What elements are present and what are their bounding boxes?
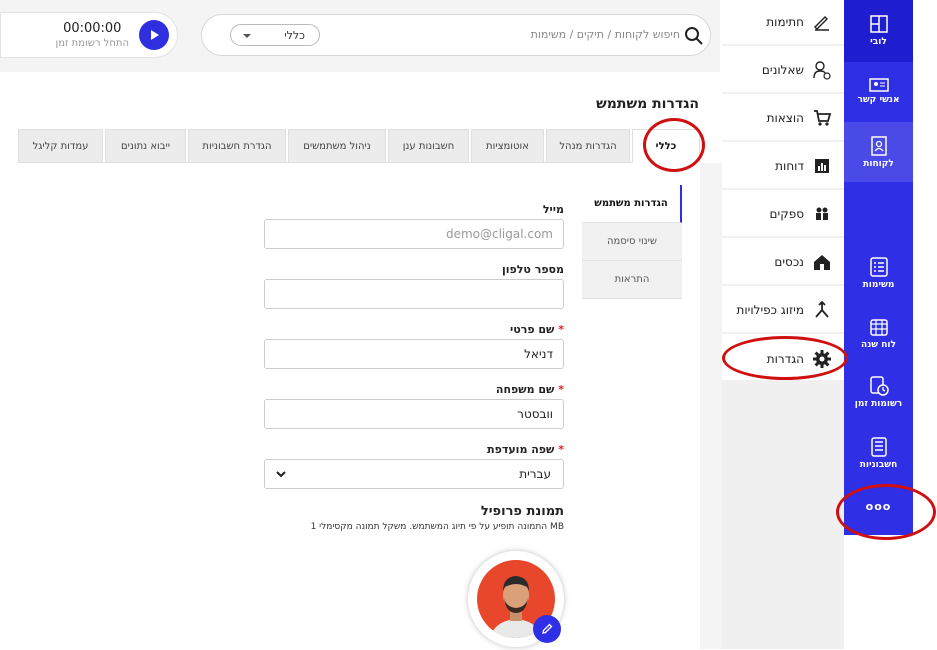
tab-cloud-accounts[interactable]: חשבונות ענן [388,129,469,163]
report-icon [815,159,829,173]
language-value: עברית [519,467,551,481]
time-records-icon [869,376,889,396]
last-name-field[interactable] [264,399,564,429]
merge-icon [815,300,829,318]
sidebar-item-reports[interactable]: דוחות [722,144,844,190]
sidebar-item-expenses[interactable]: הוצאות [722,96,844,142]
nav-item-label: אנשי קשר [857,95,900,105]
required-marker: * [558,383,564,396]
nav-item-clients[interactable]: לקוחות [844,136,913,169]
timer-subtitle: התחל רשומת זמן [55,38,129,49]
profile-picture-title: תמונת פרופיל [480,504,564,519]
annotation-circle-general-tab [643,118,705,172]
subnav-notifications[interactable]: התראות [582,261,682,299]
search-placeholder: חיפוש לקוחות / תיקים / משימות [530,28,680,41]
tab-cligal-stations[interactable]: עמדות קליגל [18,129,103,163]
window-edge [913,0,937,649]
nav-item-calendar[interactable]: לוח שנה [844,317,913,350]
subnav-change-password[interactable]: שינוי סיסמה [582,223,682,261]
checklist-icon [869,257,888,277]
sidebar-item-properties[interactable]: נכסים [722,240,844,286]
required-marker: * [558,443,564,456]
nav-item-label: משימות [862,280,895,290]
property-icon [814,255,830,270]
sidebar-item-label: חתימות [766,15,804,29]
sidebar-item-label: ספקים [769,207,804,221]
layout-icon [869,15,888,33]
tab-data-import[interactable]: ייבוא נתונים [105,129,186,163]
sidebar-bottom-blank [844,535,913,649]
sidebar-item-label: מיזוג כפילויות [736,303,804,317]
page-title: הגדרות משתמש [596,96,699,112]
primary-sidebar: לובי אנשי קשר לקוחות משימות לוח שנה רשומ… [844,0,913,649]
search-scope-select[interactable]: כללי [230,24,320,46]
first-name-label: שם פרטי * [509,323,564,336]
user-settings-subnav: הגדרות משתמש שינוי סיסמה התראות [582,185,682,299]
top-bar: 00:00:00 התחל רשומת זמן כללי חיפוש לקוחו… [0,0,720,72]
play-button[interactable] [139,20,169,50]
search-bar[interactable]: כללי חיפוש לקוחות / תיקים / משימות [201,14,711,56]
contact-card-icon [868,78,889,92]
play-icon [151,30,159,40]
nav-item-label: לובי [870,37,887,47]
email-label: מייל [542,203,564,216]
tab-user-management[interactable]: ניהול משתמשים [288,129,386,163]
nav-item-label: לוח שנה [861,340,896,350]
secondary-sidebar: חתימות שאלונים הוצאות דוחות ספקים נכסים … [722,0,844,649]
last-name-label: שם משפחה * [495,383,564,396]
pencil-icon [542,623,553,634]
sidebar-item-label: נכסים [774,255,804,269]
sidebar-item-label: דוחות [775,159,804,173]
language-label: שפה מועדפת * [487,443,564,456]
nav-item-invoices[interactable]: חשבוניות [844,437,913,470]
nav-item-contacts[interactable]: אנשי קשר [844,78,913,105]
nav-item-time-records[interactable]: רשומות זמן [844,376,913,409]
sidebar-item-label: הוצאות [766,111,804,125]
suppliers-icon [816,207,828,220]
first-name-field[interactable] [264,339,564,369]
nav-item-label: לקוחות [863,159,894,169]
sidebar-item-merge-duplicates[interactable]: מיזוג כפילויות [722,288,844,334]
settings-tabs: כללי הגדרות מנהל אוטומציות חשבונות ענן נ… [18,129,700,163]
search-scope-value: כללי [284,29,305,42]
sidebar-item-suppliers[interactable]: ספקים [722,192,844,238]
tab-admin-settings[interactable]: הגדרות מנהל [546,129,630,163]
nav-item-label: רשומות זמן [854,399,903,409]
signature-icon [814,16,829,31]
tab-invoice-settings[interactable]: הגדרת חשבוניות [188,129,286,163]
annotation-circle-settings [722,336,848,380]
tab-automations[interactable]: אוטומציות [471,129,544,163]
edit-avatar-button[interactable] [533,615,561,643]
cart-icon [814,110,832,126]
sidebar-item-questionnaires[interactable]: שאלונים [722,48,844,94]
annotation-circle-more [836,484,936,540]
phone-field[interactable] [264,279,564,309]
chevron-down-icon [276,471,286,478]
required-marker: * [558,323,564,336]
chevron-down-icon [243,34,251,38]
nav-item-lobby[interactable]: לובי [844,14,913,47]
phone-label: מספר טלפון [501,263,564,276]
calendar-icon [869,319,888,336]
search-icon[interactable] [684,26,704,46]
nav-item-label: חשבוניות [859,460,898,470]
questionnaire-icon [813,61,831,80]
sidebar-item-label: שאלונים [761,63,804,77]
nav-item-tasks[interactable]: משימות [844,257,913,290]
client-card-icon [870,136,887,156]
subnav-user-settings[interactable]: הגדרות משתמש [582,185,682,223]
profile-picture-note: התמונה תופיע על פי תיוג המשתמש. משקל תמו… [310,522,564,532]
invoice-icon [870,437,887,457]
timer-display: 00:00:00 [63,21,122,36]
time-tracker[interactable]: 00:00:00 התחל רשומת זמן [0,12,178,58]
secondary-menu-list: חתימות שאלונים הוצאות דוחות ספקים נכסים … [722,0,844,380]
email-field[interactable] [264,219,564,249]
language-select[interactable]: עברית [264,459,564,489]
sidebar-item-signatures[interactable]: חתימות [722,0,844,46]
